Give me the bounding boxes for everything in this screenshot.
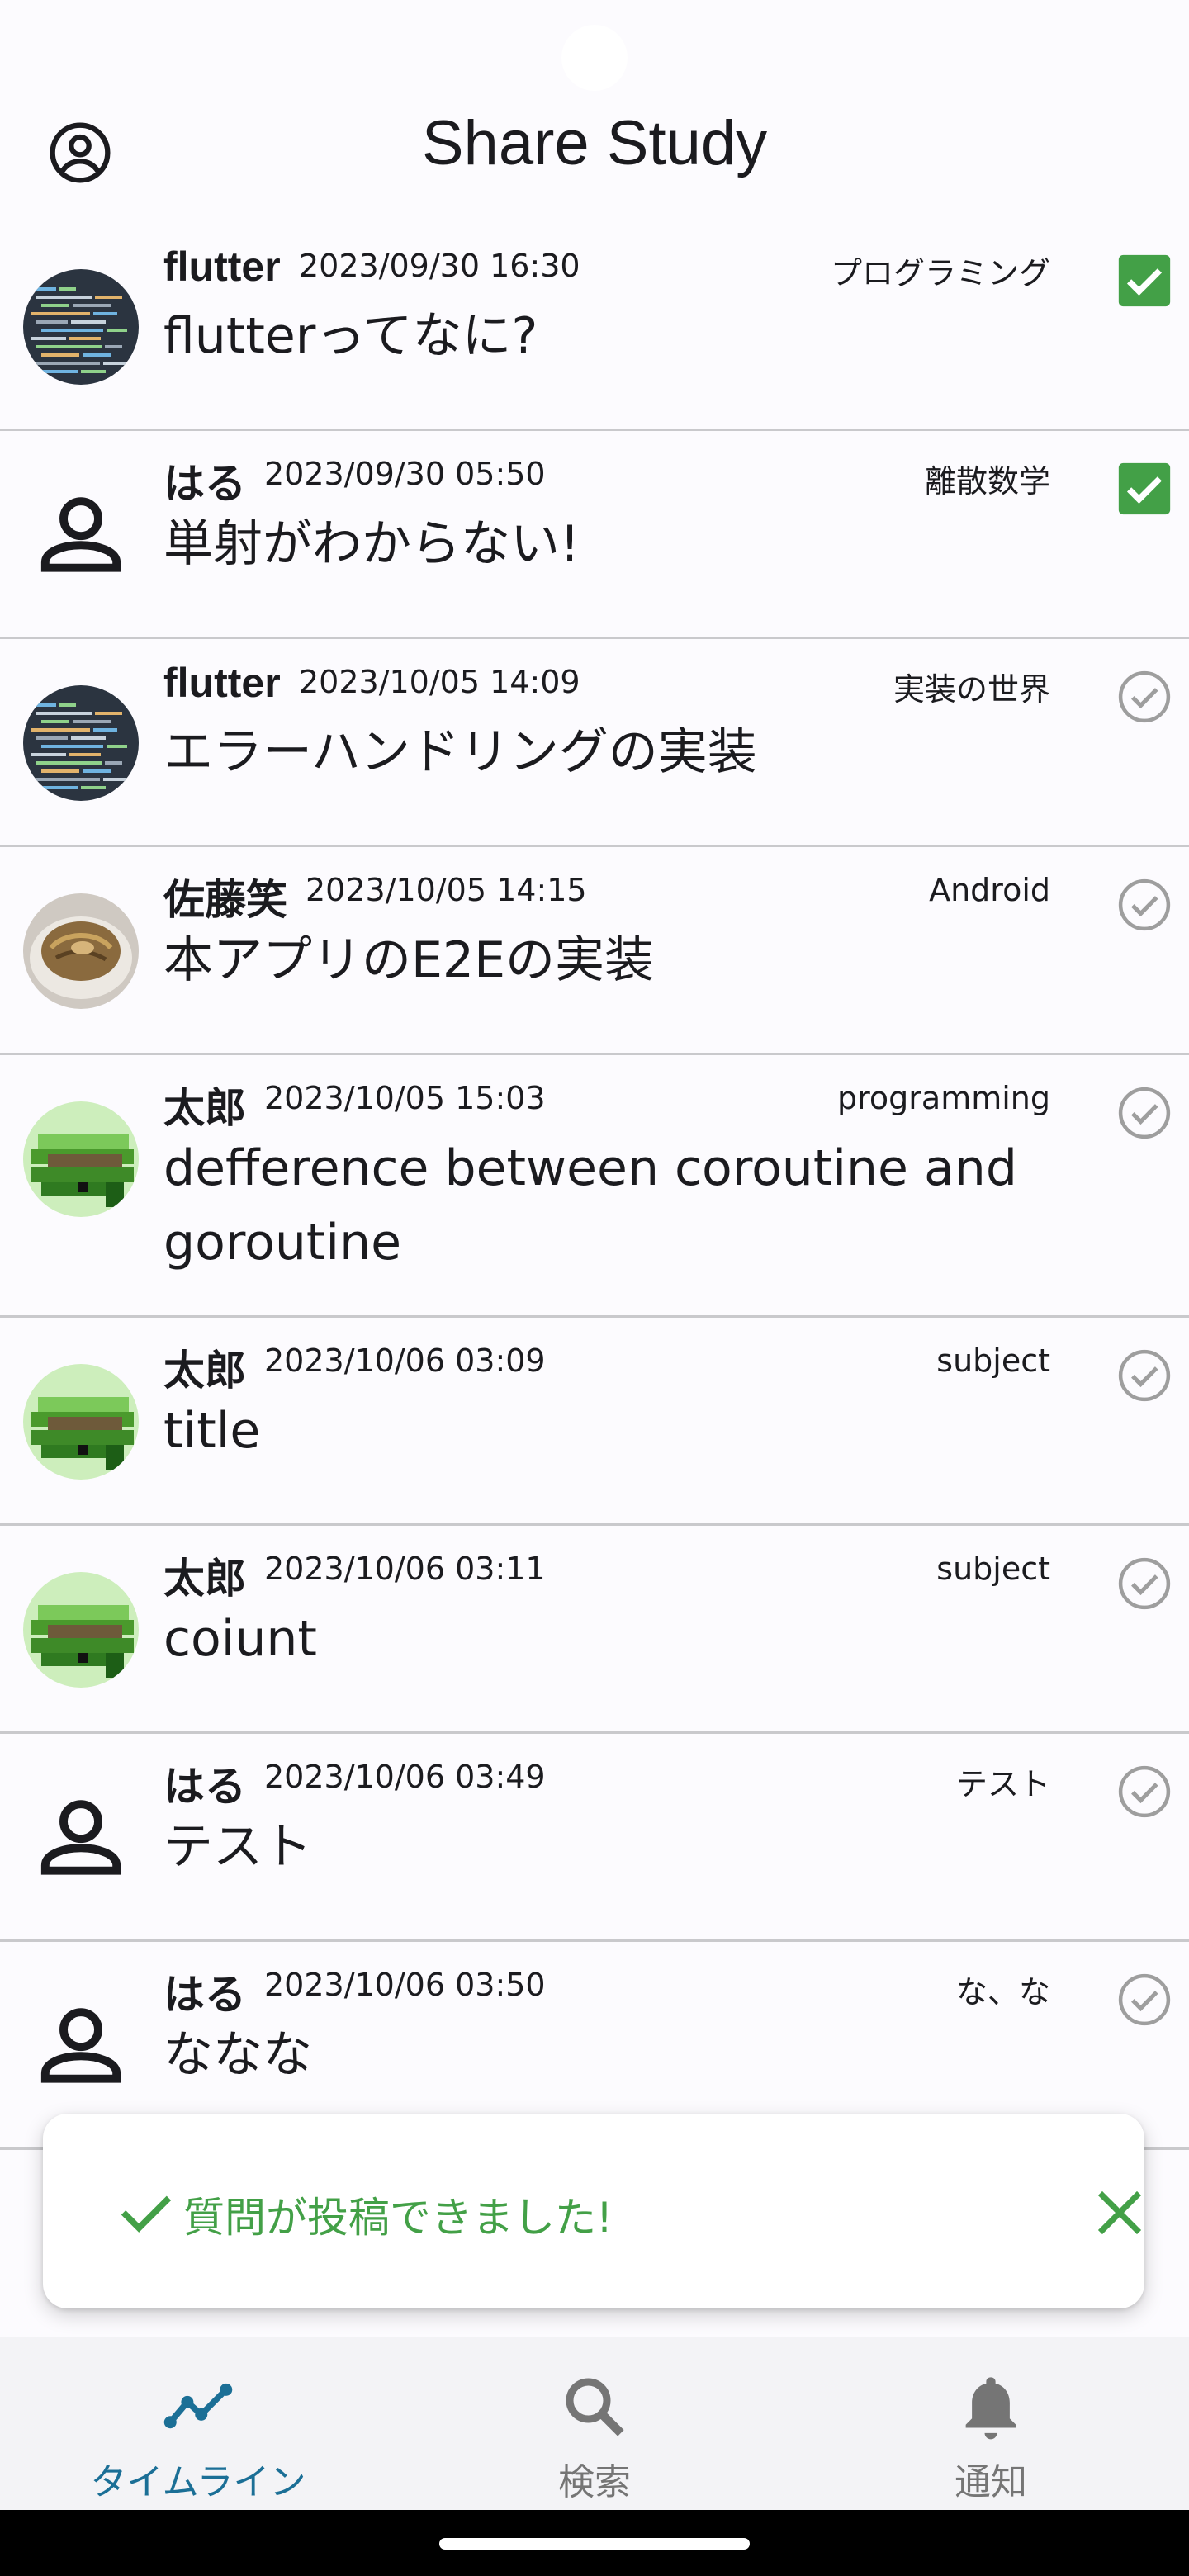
post-date: 2023/10/06 03:09 <box>264 1342 546 1379</box>
post-user-name: 佐藤笑 <box>163 877 287 923</box>
post-date: 2023/10/06 03:49 <box>264 1759 546 1795</box>
camera-cutout <box>561 25 628 91</box>
avatar[interactable] <box>23 685 139 801</box>
status-bar <box>0 0 1189 91</box>
unresolved-check-circle-icon[interactable] <box>1116 1085 1172 1141</box>
post-subject: テスト <box>955 1766 1050 1802</box>
post-user-name: 太郎 <box>163 1085 246 1131</box>
nav-item-timeline[interactable]: タイムライン <box>0 2337 396 2510</box>
post-row[interactable]: はる 2023/09/30 05:50 離散数学単射がわからない! <box>0 431 1189 639</box>
unresolved-check-circle-icon[interactable] <box>1116 1764 1172 1820</box>
post-date: 2023/10/05 14:09 <box>299 664 580 700</box>
post-row[interactable]: 太郎 2023/10/06 03:11 subject coiunt <box>0 1526 1189 1734</box>
post-date: 2023/10/05 14:15 <box>306 872 587 908</box>
default-avatar-icon[interactable] <box>23 477 139 593</box>
nav-label-timeline: タイムライン <box>90 2461 306 2503</box>
avatar[interactable] <box>23 1572 139 1688</box>
post-user-name: はる <box>163 461 246 507</box>
resolved-checkbox-icon[interactable] <box>1116 253 1172 309</box>
post-row[interactable]: 太郎 2023/10/06 03:09 subject title <box>0 1318 1189 1526</box>
nav-item-notifications[interactable]: 通知 <box>793 2337 1189 2510</box>
timeline-list: flutter 2023/09/30 16:30 プログラミング flutterってな… <box>0 223 1189 2150</box>
bottom-navigation: タイムライン 検索 通知 <box>0 2337 1189 2510</box>
post-title: ななな <box>163 2026 312 2084</box>
post-user-name: flutter <box>163 244 281 290</box>
post-subject: プログラミング <box>830 255 1050 291</box>
unresolved-check-circle-icon[interactable] <box>1116 669 1172 725</box>
post-title: coiunt <box>163 1610 317 1668</box>
unresolved-check-circle-icon[interactable] <box>1116 877 1172 933</box>
post-subject: Android <box>929 872 1050 908</box>
default-avatar-icon[interactable] <box>23 1780 139 1896</box>
post-date: 2023/09/30 05:50 <box>264 456 546 492</box>
resolved-checkbox-icon[interactable] <box>1116 461 1172 517</box>
avatar[interactable] <box>23 269 139 385</box>
post-date: 2023/10/05 15:03 <box>264 1080 546 1116</box>
post-date: 2023/10/06 03:50 <box>264 1967 546 2003</box>
post-subject: 離散数学 <box>924 463 1050 500</box>
snackbar: 質問が投稿できました! <box>43 2114 1144 2308</box>
check-icon <box>121 2195 172 2233</box>
post-date: 2023/10/06 03:11 <box>264 1551 546 1587</box>
post-subject: subject <box>936 1342 1050 1379</box>
post-row[interactable]: flutter 2023/09/30 16:30 プログラミング flutterってな… <box>0 223 1189 431</box>
timeline-icon <box>163 2383 233 2429</box>
post-title: テスト <box>163 1818 312 1876</box>
post-user-name: はる <box>163 1972 246 2018</box>
post-title: 本アプリのE2Eの実装 <box>163 931 654 989</box>
nav-label-search: 検索 <box>558 2461 631 2503</box>
unresolved-check-circle-icon[interactable] <box>1116 1972 1172 2028</box>
post-title: defference between coroutine and gorouti… <box>163 1139 1017 1271</box>
post-row[interactable]: 太郎 2023/10/05 15:03 programming defference … <box>0 1055 1189 1318</box>
page-title: Share Study <box>421 108 768 178</box>
post-subject: 実装の世界 <box>893 671 1050 708</box>
post-row[interactable]: flutter 2023/10/05 14:09 実装の世界エラーハンドリングの実装 <box>0 639 1189 847</box>
nav-item-search[interactable]: 検索 <box>396 2337 793 2510</box>
post-date: 2023/09/30 16:30 <box>299 248 580 284</box>
unresolved-check-circle-icon[interactable] <box>1116 1556 1172 1612</box>
post-subject: な、な <box>955 1974 1050 2010</box>
avatar[interactable] <box>23 1364 139 1480</box>
home-indicator[interactable] <box>439 2538 750 2550</box>
snackbar-message: 質問が投稿できました! <box>183 2194 613 2242</box>
avatar[interactable] <box>23 1101 139 1217</box>
avatar[interactable] <box>23 893 139 1009</box>
post-subject: programming <box>837 1080 1050 1116</box>
post-user-name: はる <box>163 1764 246 1810</box>
post-user-name: 太郎 <box>163 1556 246 1602</box>
post-title: flutterってなに? <box>163 307 538 365</box>
post-user-name: 太郎 <box>163 1347 246 1394</box>
post-title: 単射がわからない! <box>163 515 580 573</box>
post-user-name: flutter <box>163 660 281 706</box>
close-icon[interactable] <box>1090 2183 1149 2242</box>
nav-label-notifications: 通知 <box>955 2461 1027 2503</box>
app-header: Share Study <box>0 83 1189 223</box>
post-row[interactable]: 佐藤笑 2023/10/05 14:15 Android 本アプリのE2Eの実装 <box>0 847 1189 1055</box>
post-title: エラーハンドリングの実装 <box>163 723 757 781</box>
search-icon <box>566 2378 624 2436</box>
post-subject: subject <box>936 1551 1050 1587</box>
bell-icon <box>965 2377 1016 2440</box>
post-row[interactable]: はる 2023/10/06 03:49 テスト テスト <box>0 1734 1189 1942</box>
post-title: title <box>163 1402 261 1460</box>
default-avatar-icon[interactable] <box>23 1988 139 2104</box>
unresolved-check-circle-icon[interactable] <box>1116 1347 1172 1404</box>
